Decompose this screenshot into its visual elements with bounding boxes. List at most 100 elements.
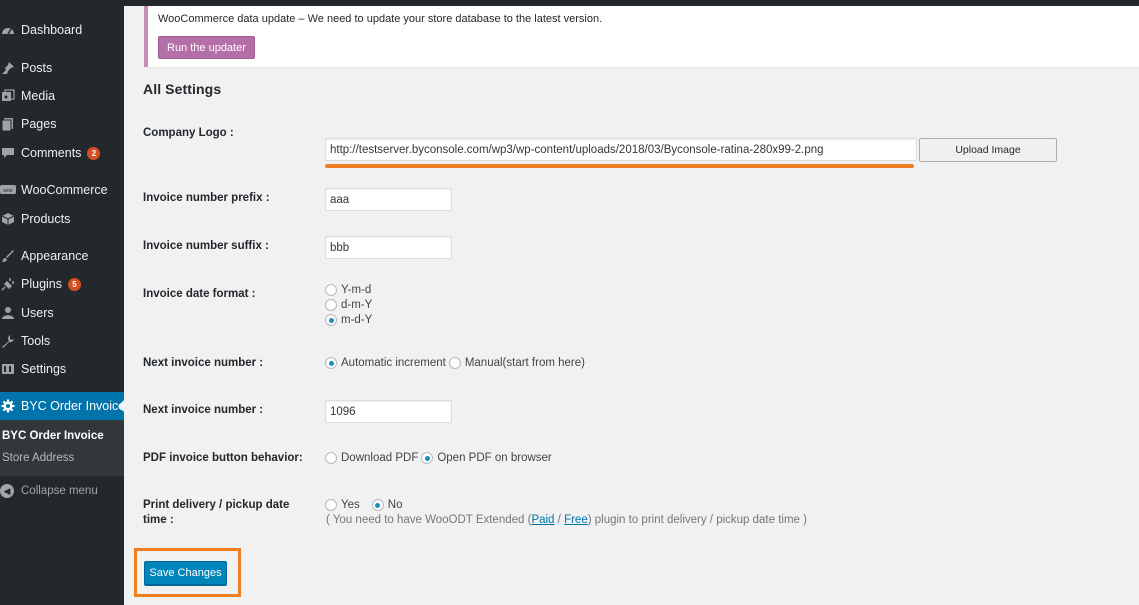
menu-item-comments[interactable]: Comments 2 <box>0 142 124 164</box>
radio-label: Open PDF on browser <box>437 452 552 464</box>
invoice-date-format-label: Invoice date format : <box>143 288 256 300</box>
radio-label: m-d-Y <box>341 314 373 326</box>
menu-label: BYC Order Invoice <box>21 399 126 413</box>
company-logo-label: Company Logo : <box>143 127 234 139</box>
submenu-item-byc-order-invoice[interactable]: BYC Order Invoice <box>2 430 104 442</box>
settings-icon <box>0 361 16 377</box>
invoice-prefix-input[interactable]: aaa <box>325 188 452 211</box>
invoice-suffix-input[interactable]: bbb <box>325 236 452 259</box>
menu-label: Appearance <box>21 249 89 263</box>
pages-icon <box>0 116 16 132</box>
notice-text: WooCommerce data update – We need to upd… <box>158 13 603 25</box>
radio-label: Y-m-d <box>341 284 372 296</box>
comments-count-badge: 2 <box>87 147 101 161</box>
print-delivery-label-line1: Print delivery / pickup date <box>143 499 290 511</box>
menu-label: Pages <box>21 117 57 131</box>
note-text: ( You need to have WooODT Extended ( <box>326 514 532 526</box>
radio-label: d-m-Y <box>341 299 373 311</box>
menu-item-settings[interactable]: Settings <box>0 358 124 380</box>
menu-item-woocommerce[interactable]: woo WooCommerce <box>0 179 124 201</box>
admin-sidebar: Dashboard Posts Media Pages Comments 2 wo… <box>0 0 126 605</box>
menu-label: WooCommerce <box>21 183 108 197</box>
radio-button-selected[interactable] <box>421 452 434 464</box>
menu-item-posts[interactable]: Posts <box>0 57 124 79</box>
radio-button[interactable] <box>448 357 461 369</box>
date-format-option-ymd[interactable]: Y-m-d <box>325 284 371 296</box>
invoice-prefix-label: Invoice number prefix : <box>143 192 270 204</box>
gear-icon <box>0 398 16 414</box>
date-format-option-dmy[interactable]: d-m-Y <box>325 299 372 311</box>
woo-icon: woo <box>0 182 16 198</box>
menu-label: Media <box>21 89 56 103</box>
radio-label: Download PDF <box>341 452 419 464</box>
print-delivery-label-line2: time : <box>143 514 174 526</box>
note-text: ) plugin to print delivery / pickup date… <box>587 514 807 526</box>
menu-item-tools[interactable]: Tools <box>0 330 124 352</box>
pdf-behavior-options: Download PDF Open PDF on browser <box>325 452 552 464</box>
pin-icon <box>0 60 16 76</box>
menu-item-plugins[interactable]: Plugins 5 <box>0 273 124 295</box>
media-icon <box>0 88 16 104</box>
menu-label: Plugins 5 <box>21 277 81 292</box>
box-icon <box>0 211 16 227</box>
menu-label: Posts <box>21 61 53 75</box>
radio-button[interactable] <box>325 499 337 511</box>
highlight-underline <box>325 164 914 168</box>
radio-button[interactable] <box>325 299 337 311</box>
menu-label: Settings <box>21 362 67 376</box>
note-separator: / <box>554 514 565 526</box>
brush-icon <box>0 248 16 264</box>
menu-item-media[interactable]: Media <box>0 85 124 107</box>
radio-button-selected[interactable] <box>325 314 337 326</box>
radio-button[interactable] <box>325 452 337 464</box>
comment-icon <box>0 145 16 161</box>
upload-image-button[interactable]: Upload Image <box>919 138 1057 162</box>
plugins-count-badge: 5 <box>68 278 81 292</box>
dashboard-icon <box>0 22 16 38</box>
next-invoice-number-input[interactable]: 1096 <box>325 400 452 423</box>
next-invoice-mode-label: Next invoice number : <box>143 357 264 369</box>
menu-item-appearance[interactable]: Appearance <box>0 245 124 267</box>
menu-item-products[interactable]: Products <box>0 208 124 230</box>
save-changes-button[interactable]: Save Changes <box>144 561 227 585</box>
radio-button[interactable] <box>325 284 337 296</box>
pdf-behavior-label: PDF invoice button behavior: <box>143 452 303 464</box>
woocommerce-update-notice: WooCommerce data update – We need to upd… <box>144 6 1139 67</box>
collapse-menu-button[interactable]: ◀ Collapse menu <box>0 482 98 500</box>
menu-label: Users <box>21 306 54 320</box>
page-title: All Settings <box>143 81 222 97</box>
date-format-option-mdy[interactable]: m-d-Y <box>325 314 372 326</box>
company-logo-url-input[interactable]: http://testserver.byconsole.com/wp3/wp-c… <box>325 138 917 161</box>
user-icon <box>0 305 16 321</box>
submenu: BYC Order Invoice Store Address <box>0 420 124 476</box>
radio-label: Manual(start from here) <box>464 357 585 369</box>
print-delivery-options: Yes No <box>325 499 402 511</box>
woodt-extended-note: ( You need to have WooODT Extended (Paid… <box>326 514 807 526</box>
next-number-mode-options: Automatic increment Manual(start from he… <box>325 357 585 369</box>
menu-label: Dashboard <box>21 23 83 37</box>
svg-text:woo: woo <box>3 188 12 194</box>
collapse-arrow-icon: ◀ <box>0 484 14 498</box>
radio-button-selected[interactable] <box>371 499 384 511</box>
plug-icon <box>0 276 16 292</box>
radio-button-selected[interactable] <box>325 357 337 369</box>
run-updater-button[interactable]: Run the updater <box>158 36 255 59</box>
menu-label: Products <box>21 212 71 226</box>
active-menu-arrow <box>118 400 124 412</box>
menu-item-pages[interactable]: Pages <box>0 113 124 135</box>
submenu-item-store-address[interactable]: Store Address <box>2 452 74 464</box>
menu-label: Comments 2 <box>21 146 101 161</box>
collapse-label: Collapse menu <box>21 485 98 497</box>
invoice-suffix-label: Invoice number suffix : <box>143 240 269 252</box>
radio-label: Yes <box>341 499 360 511</box>
menu-item-byc-order-invoice[interactable]: BYC Order Invoice <box>0 392 126 420</box>
menu-item-users[interactable]: Users <box>0 302 124 324</box>
wrench-icon <box>0 333 16 349</box>
next-invoice-number-label: Next invoice number : <box>143 404 264 416</box>
paid-link[interactable]: Paid <box>531 514 554 526</box>
menu-label: Tools <box>21 334 51 348</box>
menu-item-dashboard[interactable]: Dashboard <box>0 19 124 41</box>
radio-label: Automatic increment <box>341 357 446 369</box>
free-link[interactable]: Free <box>564 514 588 526</box>
radio-label: No <box>387 499 403 511</box>
